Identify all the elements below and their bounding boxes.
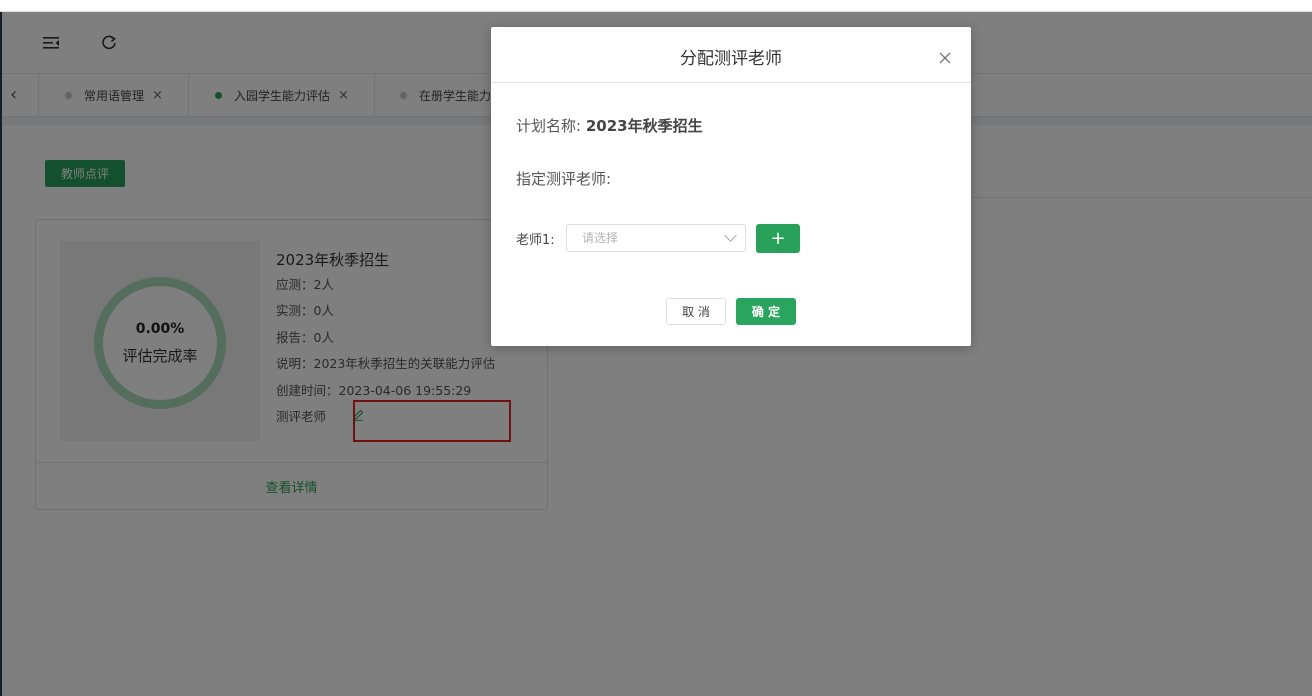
teacher-1-label: 老师1:	[516, 233, 555, 248]
teacher-select[interactable]: 请选择	[566, 224, 746, 252]
dialog-header: 分配测评老师	[491, 27, 971, 83]
chevron-down-icon	[724, 229, 737, 242]
browser-top-strip	[0, 0, 1312, 12]
confirm-button[interactable]: 确 定	[736, 298, 796, 325]
add-teacher-button[interactable]: +	[756, 224, 800, 253]
select-placeholder: 请选择	[582, 231, 619, 245]
plan-name-value: 2023年秋季招生	[585, 117, 703, 135]
close-icon-svg	[939, 52, 951, 64]
plan-name-row: 计划名称: 2023年秋季招生	[516, 115, 703, 136]
plan-name-label: 计划名称:	[516, 117, 582, 135]
cancel-button[interactable]: 取 消	[666, 298, 726, 325]
assign-teacher-label: 指定测评老师:	[516, 170, 612, 188]
assign-teacher-dialog: 分配测评老师 计划名称: 2023年秋季招生 指定测评老师: 老师1: 请选择 …	[491, 27, 971, 346]
dialog-title: 分配测评老师	[680, 49, 782, 69]
close-icon[interactable]	[939, 49, 951, 69]
